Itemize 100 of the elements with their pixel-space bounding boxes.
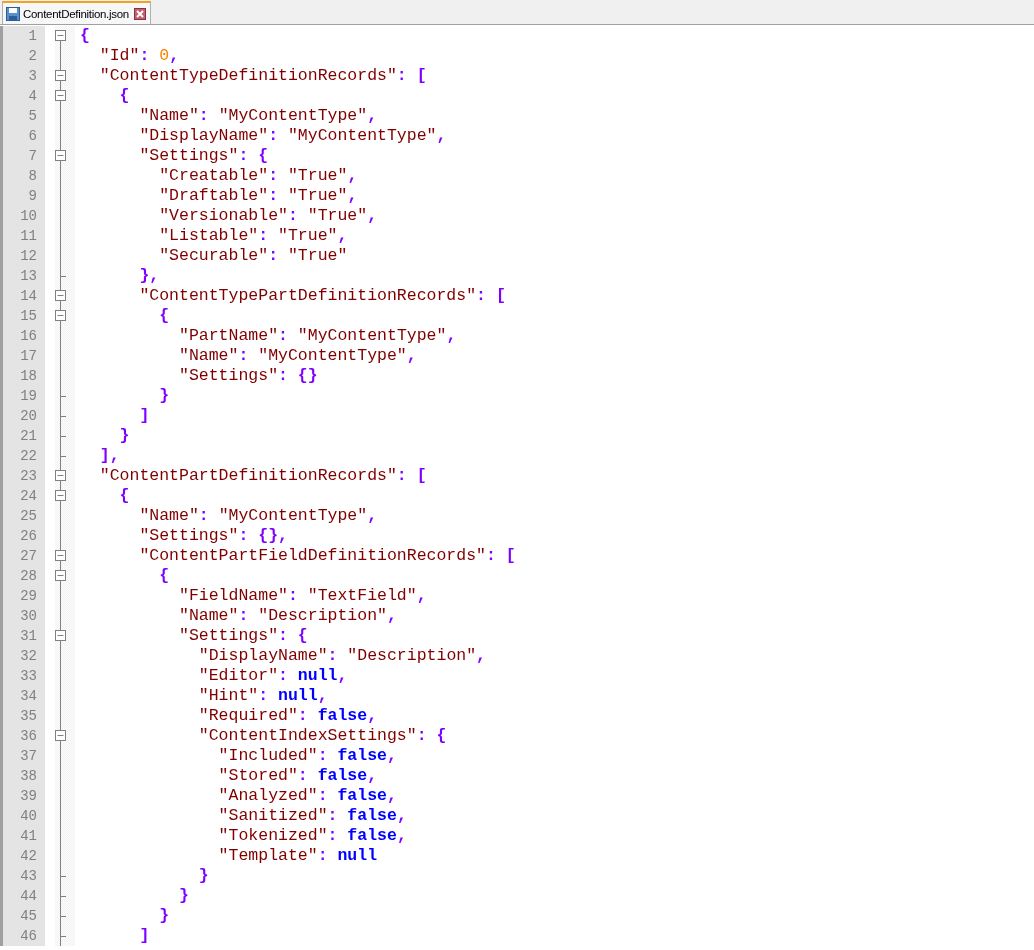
line-number: 24 [0, 486, 45, 506]
code-line: } [158, 386, 170, 406]
close-icon[interactable] [133, 7, 146, 20]
code-line: "Listable": "True", [158, 226, 348, 246]
line-number: 30 [0, 606, 45, 626]
code-line: "Name": "MyContentType", [138, 506, 378, 526]
code-line: "Securable": "True" [158, 246, 348, 266]
line-number: 38 [0, 766, 45, 786]
code-line: "Required": false, [197, 706, 378, 726]
line-number: 10 [0, 206, 45, 226]
code-line: ] [138, 406, 150, 426]
collapse-box-icon[interactable] [55, 310, 66, 321]
code-line: ] [138, 926, 150, 946]
code-line: "Draftable": "True", [158, 186, 358, 206]
code-line: }, [138, 266, 160, 286]
collapse-box-icon[interactable] [55, 70, 66, 81]
collapse-box-icon[interactable] [55, 730, 66, 741]
line-number: 44 [0, 886, 45, 906]
line-number: 39 [0, 786, 45, 806]
line-number: 28 [0, 566, 45, 586]
code-line: "Settings": { [138, 146, 269, 166]
line-number: 9 [0, 186, 45, 206]
code-line: "Sanitized": false, [217, 806, 407, 826]
code-line: "ContentTypePartDefinitionRecords": [ [138, 286, 506, 306]
line-number: 46 [0, 926, 45, 946]
line-number: 3 [0, 66, 45, 86]
code-line: { [79, 26, 90, 46]
line-number: 43 [0, 866, 45, 886]
collapse-box-icon[interactable] [55, 570, 66, 581]
code-line: "DisplayName": "Description", [197, 646, 486, 666]
line-number: 6 [0, 126, 45, 146]
code-line: "Versionable": "True", [158, 206, 378, 226]
line-number: 41 [0, 826, 45, 846]
line-number: 11 [0, 226, 45, 246]
code-line: } [118, 426, 130, 446]
code-line: "DisplayName": "MyContentType", [138, 126, 447, 146]
line-number: 25 [0, 506, 45, 526]
line-number: 1 [0, 26, 45, 46]
file-tab[interactable]: ContentDefinition.json [2, 1, 151, 24]
line-number: 13 [0, 266, 45, 286]
line-number: 16 [0, 326, 45, 346]
line-number: 14 [0, 286, 45, 306]
line-number: 15 [0, 306, 45, 326]
line-number: 27 [0, 546, 45, 566]
collapse-box-icon[interactable] [55, 630, 66, 641]
line-number: 2 [0, 46, 45, 66]
code-line: } [178, 886, 189, 906]
line-number: 17 [0, 346, 45, 366]
line-number: 4 [0, 86, 45, 106]
code-line: "ContentIndexSettings": { [197, 726, 447, 746]
line-number: 35 [0, 706, 45, 726]
code-line: "FieldName": "TextField", [178, 586, 427, 606]
line-number: 18 [0, 366, 45, 386]
code-line: "Editor": null, [197, 666, 348, 686]
line-number: 40 [0, 806, 45, 826]
code-line: { [118, 86, 130, 106]
line-number: 33 [0, 666, 45, 686]
code-line: "Settings": { [178, 626, 308, 646]
code-line: "ContentPartFieldDefinitionRecords": [ [138, 546, 516, 566]
code-line: } [197, 866, 209, 886]
line-number: 31 [0, 626, 45, 646]
line-number: 34 [0, 686, 45, 706]
line-number: 26 [0, 526, 45, 546]
code-line: } [158, 906, 170, 926]
collapse-box-icon[interactable] [55, 550, 66, 561]
code-line: "Id": 0, [98, 46, 180, 66]
collapse-box-icon[interactable] [55, 490, 66, 501]
line-number: 5 [0, 106, 45, 126]
code-line: "Analyzed": false, [217, 786, 397, 806]
line-number: 37 [0, 746, 45, 766]
code-line: "ContentTypeDefinitionRecords": [ [98, 66, 427, 86]
line-number: 42 [0, 846, 45, 866]
line-number: 12 [0, 246, 45, 266]
code-line: "Included": false, [217, 746, 397, 766]
line-number: 36 [0, 726, 45, 746]
code-line: ], [98, 446, 120, 466]
code-line: "Name": "MyContentType", [138, 106, 378, 126]
code-line: "Creatable": "True", [158, 166, 358, 186]
code-line: "PartName": "MyContentType", [178, 326, 457, 346]
code-line: { [158, 566, 170, 586]
code-line: "Settings": {}, [138, 526, 288, 546]
collapse-box-icon[interactable] [55, 470, 66, 481]
line-number: 29 [0, 586, 45, 606]
code-line: { [118, 486, 130, 506]
line-number: 22 [0, 446, 45, 466]
code-line: "Hint": null, [197, 686, 328, 706]
collapse-box-icon[interactable] [55, 150, 66, 161]
collapse-box-icon[interactable] [55, 90, 66, 101]
line-number: 20 [0, 406, 45, 426]
code-line: "Settings": {} [178, 366, 318, 386]
code-line: "Name": "Description", [178, 606, 397, 626]
line-number: 23 [0, 466, 45, 486]
tab-title: ContentDefinition.json [23, 7, 129, 20]
code-line: { [158, 306, 170, 326]
collapse-box-icon[interactable] [55, 30, 66, 41]
code-line: "ContentPartDefinitionRecords": [ [98, 466, 427, 486]
collapse-box-icon[interactable] [55, 290, 66, 301]
code-line: "Template": null [217, 846, 378, 866]
line-number: 7 [0, 146, 45, 166]
code-line: "Stored": false, [217, 766, 378, 786]
